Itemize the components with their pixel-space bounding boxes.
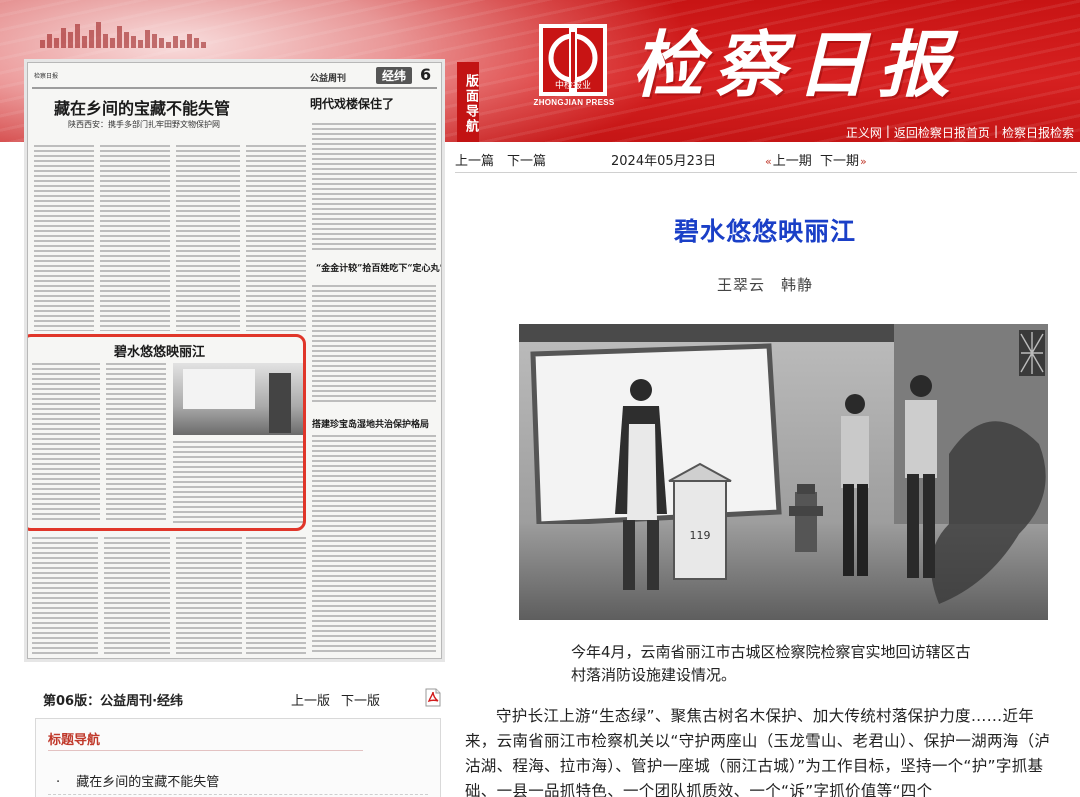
svg-text:119: 119: [690, 529, 711, 542]
article-nav: 上一篇 下一篇 2024年05月23日 上一期 下一期: [455, 150, 1075, 170]
link-search[interactable]: 检察日报检索: [1002, 124, 1074, 141]
banner-bar: [124, 32, 129, 48]
thumb-headline-main[interactable]: 藏在乡间的宝藏不能失管: [54, 95, 230, 119]
banner-bar: [103, 34, 108, 48]
banner-bar: [54, 38, 59, 48]
thumb-text-column: [100, 145, 170, 331]
link-justice-net[interactable]: 正义网: [846, 124, 882, 141]
banner-bar-graphic: [40, 22, 206, 48]
headline-item-divider: [48, 794, 428, 795]
banner-bar: [117, 26, 122, 48]
link-separator: |: [885, 124, 890, 138]
headline-nav-panel: 标题导航 · 藏在乡间的宝藏不能失管: [35, 718, 441, 797]
thumb-text-column: [176, 537, 242, 655]
banner-bar: [194, 38, 199, 48]
page-thumbnail[interactable]: 检察日报 公益周刊 经纬 6 藏在乡间的宝藏不能失管 陕西西安：携手多部门扎牢田…: [27, 62, 442, 659]
banner-bar: [159, 38, 164, 48]
thumb-text-column: [176, 145, 240, 331]
banner-bar: [187, 34, 192, 48]
thumb-text-column: [34, 145, 94, 331]
prev-article-link[interactable]: 上一篇: [455, 150, 494, 169]
banner-bar: [89, 30, 94, 48]
link-separator: |: [993, 124, 998, 138]
prev-edition-link[interactable]: 上一版: [291, 690, 330, 709]
thumb-headline-main-sub: 陕西西安：携手多部门扎牢田野文物保护网: [68, 120, 220, 129]
headline-nav-item[interactable]: · 藏在乡间的宝藏不能失管: [56, 771, 219, 790]
banner-bar: [68, 32, 73, 48]
zhongjian-press-logo[interactable]: 中检报业: [537, 22, 609, 98]
thumb-column: 公益周刊: [310, 74, 347, 84]
link-home[interactable]: 返回检察日报首页: [894, 124, 990, 141]
banner-bar: [40, 40, 45, 48]
bullet-icon: ·: [56, 775, 61, 790]
banner-bar: [138, 40, 143, 48]
page-nav-tag: 版面导航: [457, 62, 479, 142]
thumb-text-column: [312, 285, 436, 405]
thumb-text-column: [32, 537, 98, 655]
thumb-headline-middle[interactable]: “金金计较”拾百姓吃下“定心丸”: [316, 261, 441, 274]
masthead-title[interactable]: 检察日报: [632, 22, 960, 108]
press-logo-cn: 中检报业: [555, 79, 591, 91]
banner-bar: [75, 24, 80, 48]
thumb-page-number: 6: [420, 65, 432, 84]
banner-bar: [201, 42, 206, 48]
banner-bar: [47, 34, 52, 48]
banner-bar: [152, 34, 157, 48]
issue-date: 2024年05月23日: [611, 154, 717, 169]
thumb-headline-side[interactable]: 明代戏楼保住了: [310, 95, 394, 112]
thumb-text-column: [246, 537, 306, 655]
edition-label: 第06版：公益周刊·经纬: [43, 694, 184, 709]
prev-issue-link[interactable]: 上一期: [765, 150, 812, 169]
thumb-text-column: [312, 123, 436, 251]
next-article-link[interactable]: 下一篇: [507, 150, 546, 169]
thumb-headline-lower[interactable]: 搭建珍宝岛湿地共治保护格局: [312, 417, 429, 430]
banner-bar: [131, 36, 136, 48]
article-photo: 119: [519, 324, 1048, 620]
article-body: 守护长江上游“生态绿”、聚焦古树名木保护、加大传统村落保护力度……近年来，云南省…: [465, 707, 1051, 797]
next-issue-link[interactable]: 下一期: [820, 150, 867, 169]
thumb-section: 经纬: [376, 67, 413, 84]
thumb-text-column: [312, 435, 436, 655]
pdf-icon[interactable]: [425, 688, 441, 707]
headline-nav-title: 标题导航: [48, 733, 101, 748]
banner-bar: [61, 28, 66, 48]
banner-bar: [173, 36, 178, 48]
banner-bar: [82, 36, 87, 48]
thumb-masthead-small: 检察日报: [34, 73, 59, 80]
banner-bar: [110, 38, 115, 48]
banner-bar: [145, 30, 150, 48]
photo-caption: 今年4月，云南省丽江市古城区检察院检察官实地回访辖区古村落消防设施建设情况。: [571, 643, 971, 684]
thumb-text-column: [104, 537, 170, 655]
thumb-selected-article-highlight[interactable]: [28, 334, 306, 531]
top-links: 正义网 | 返回检察日报首页 | 检察日报检索: [846, 124, 1074, 141]
next-edition-link[interactable]: 下一版: [341, 690, 380, 709]
edition-bar: 第06版：公益周刊·经纬 上一版 下一版: [43, 688, 443, 710]
press-logo-text: ZHONGJIAN PRESS: [533, 98, 615, 107]
banner-bar: [180, 40, 185, 48]
thumb-rule: [32, 87, 437, 89]
article-title: 碧水悠悠映丽江: [673, 217, 856, 246]
thumb-text-column: [246, 145, 306, 331]
article-authors: 王翠云 韩静: [716, 276, 813, 294]
banner-bar: [96, 22, 101, 48]
headline-nav-divider: [48, 750, 363, 751]
headline-nav-item-label[interactable]: 藏在乡间的宝藏不能失管: [76, 775, 219, 790]
article-nav-divider: [455, 172, 1077, 173]
banner-bar: [166, 42, 171, 48]
